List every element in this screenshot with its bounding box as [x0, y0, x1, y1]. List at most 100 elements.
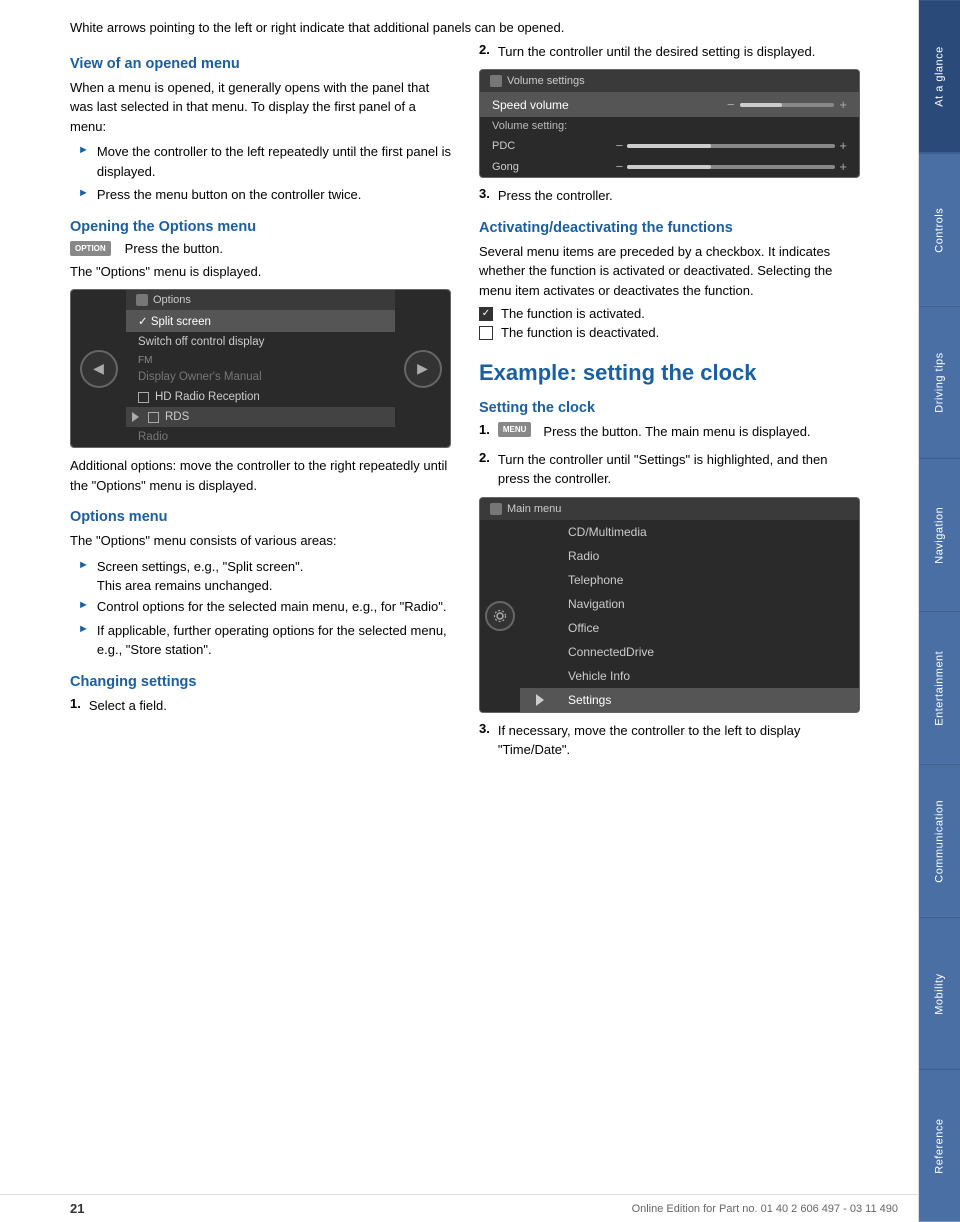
options-bullet-1: ► Screen settings, e.g., "Split screen".…	[70, 557, 451, 594]
ex-step1-text: Press the button. The main menu is displ…	[543, 422, 810, 442]
step3-text: Press the controller.	[498, 186, 613, 206]
step3-num: 3.	[479, 186, 490, 201]
menu-item-telephone: Telephone	[520, 568, 859, 592]
options-bullet-text-3: If applicable, further operating options…	[97, 621, 451, 660]
options-title-bar: Options	[126, 290, 395, 310]
plus-icon: +	[839, 97, 847, 112]
sidebar-tab-controls[interactable]: Controls	[919, 153, 960, 306]
options-bullet-text-1: Screen settings, e.g., "Split screen".	[97, 559, 304, 574]
bottom-bar: 21 Online Edition for Part no. 01 40 2 6…	[0, 1194, 918, 1222]
intro-text: White arrows pointing to the left or rig…	[70, 18, 860, 38]
section-changing-settings-title: Changing settings	[70, 674, 451, 690]
main-menu-screen: Main menu CD/Multimedia Radio	[479, 497, 860, 713]
opt-item-hd-radio: HD Radio Reception	[126, 387, 395, 407]
gong-slider: − +	[616, 159, 847, 174]
options-bullet-2: ► Control options for the selected main …	[70, 597, 451, 617]
sidebar-tab-reference[interactable]: Reference	[919, 1069, 960, 1222]
right-arrow-icon: ▶	[417, 360, 428, 377]
sidebar-tab-entertainment[interactable]: Entertainment	[919, 611, 960, 764]
right-step-2: 2. Turn the controller until the desired…	[479, 42, 860, 62]
menu-item-office: Office	[520, 616, 859, 640]
pdc-slider: − +	[616, 138, 847, 153]
options-bullet-arrow-3: ►	[78, 623, 89, 635]
menu-item-vehicle-info: Vehicle Info	[520, 664, 859, 688]
minus-icon: −	[727, 97, 735, 112]
controller-left-button: ◀	[80, 350, 118, 388]
main-menu-title-text: Main menu	[507, 503, 561, 515]
option-button-image: OPTION	[70, 241, 111, 256]
rds-arrow	[132, 412, 144, 422]
options-title-icon	[136, 294, 148, 306]
controller-right-button: ▶	[404, 350, 442, 388]
bullet-item-1: ► Move the controller to the left repeat…	[70, 142, 451, 181]
bullet-text-1: Move the controller to the left repeated…	[97, 142, 451, 181]
opt-section-fm: FM	[126, 352, 395, 367]
step1-num: 1.	[70, 696, 81, 711]
step2-text: Turn the controller until the desired se…	[498, 42, 815, 62]
menu-item-radio: Radio	[520, 544, 859, 568]
sidebar-tab-driving-tips[interactable]: Driving tips	[919, 306, 960, 459]
ex-step1-num: 1.	[479, 422, 490, 437]
main-menu-items-list: CD/Multimedia Radio Telephone Navigation…	[520, 520, 859, 712]
ex-step2-num: 2.	[479, 450, 490, 465]
section-activating-body: Several menu items are preceded by a che…	[479, 242, 860, 301]
main-menu-title-bar: Main menu	[480, 498, 859, 520]
sidebar-tab-navigation[interactable]: Navigation	[919, 458, 960, 611]
check-filled-icon	[479, 307, 493, 321]
options-content: Options ✓ Split screen Switch off contro…	[126, 290, 395, 447]
options-title-text: Options	[153, 294, 191, 306]
right-step-3: 3. Press the controller.	[479, 186, 860, 206]
options-screen: ◀ Options ✓ Split screen Switch off cont…	[70, 289, 451, 448]
volume-settings-screen: Volume settings Speed volume − + Volume …	[479, 69, 860, 178]
volume-label: Volume setting:	[480, 117, 859, 135]
opt-item-rds: RDS	[126, 407, 395, 427]
example-step-3: 3. If necessary, move the controller to …	[479, 721, 860, 760]
main-menu-controller	[480, 520, 520, 712]
hd-radio-checkbox	[138, 392, 149, 403]
opt-checkmark: ✓	[138, 316, 151, 328]
options-bullet-3: ► If applicable, further operating optio…	[70, 621, 451, 660]
step1-text: Select a field.	[89, 696, 167, 716]
sidebar-tab-at-a-glance[interactable]: At a glance	[919, 0, 960, 153]
options-bullet-sub-1: This area remains unchanged.	[97, 578, 304, 593]
ex-step3-text: If necessary, move the controller to the…	[498, 721, 860, 760]
main-menu-ctrl-btn	[485, 601, 515, 631]
speed-volume-slider: − +	[727, 97, 847, 112]
opt-item-radio: Radio	[126, 427, 395, 447]
section-activating-title: Activating/deactivating the functions	[479, 220, 860, 236]
page-number: 21	[70, 1201, 84, 1216]
section-options-title: Opening the Options menu	[70, 219, 451, 235]
changing-step-1: 1. Select a field.	[70, 696, 451, 716]
bullet-text-2: Press the menu button on the controller …	[97, 185, 361, 205]
pdc-plus: +	[839, 138, 847, 153]
bullet-arrow-2: ►	[78, 187, 89, 199]
gong-fill	[627, 165, 710, 169]
options-bullet-arrow-1: ►	[78, 559, 89, 571]
sidebar-tab-mobility[interactable]: Mobility	[919, 917, 960, 1070]
check-empty-icon	[479, 326, 493, 340]
opt-item-split-screen: ✓ Split screen	[126, 310, 395, 332]
ex-step2-text: Turn the controller until "Settings" is …	[498, 450, 860, 489]
right-column: 2. Turn the controller until the desired…	[479, 42, 860, 768]
slider-fill	[740, 103, 783, 107]
main-menu-content: CD/Multimedia Radio Telephone Navigation…	[480, 520, 859, 712]
section-options-menu-body: The "Options" menu consists of various a…	[70, 531, 451, 551]
controller-right: ▶	[395, 290, 450, 447]
volume-row-pdc: PDC − +	[480, 135, 859, 156]
volume-selected-item: Speed volume − +	[480, 92, 859, 117]
setting-clock-subtitle: Setting the clock	[479, 400, 860, 416]
gong-plus: +	[839, 159, 847, 174]
bullet-item-2: ► Press the menu button on the controlle…	[70, 185, 451, 205]
menu-item-navigation: Navigation	[520, 592, 859, 616]
example-title: Example: setting the clock	[479, 360, 860, 386]
menu-item-cd: CD/Multimedia	[520, 520, 859, 544]
sidebar-tab-communication[interactable]: Communication	[919, 764, 960, 917]
section-opened-menu-title: View of an opened menu	[70, 56, 451, 72]
volume-title-text: Volume settings	[507, 75, 585, 87]
opt-item-switch-off: Switch off control display	[126, 332, 395, 352]
deactivated-text: The function is deactivated.	[501, 325, 659, 340]
menu-item-settings: Settings	[520, 688, 859, 712]
main-content: White arrows pointing to the left or rig…	[0, 0, 880, 1222]
function-deactivated: The function is deactivated.	[479, 325, 860, 340]
options-bullet-text-2: Control options for the selected main me…	[97, 597, 447, 617]
